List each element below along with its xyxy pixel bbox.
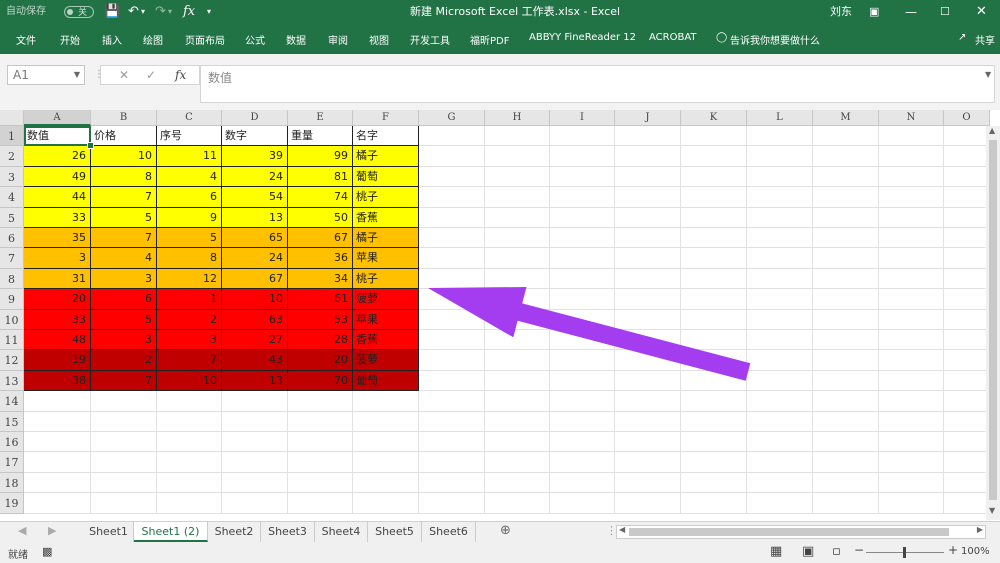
sheet-tab[interactable]: Sheet4	[315, 522, 368, 542]
arrow-shape	[428, 287, 751, 381]
zoom-in-icon[interactable]: +	[948, 543, 958, 557]
status-bar: 就绪 ▩ ▦ ▣ ▫ − + 100%	[0, 542, 1000, 563]
sheet-tab-active[interactable]: Sheet1 (2)	[134, 522, 208, 542]
sheet-tab[interactable]: Sheet5	[368, 522, 422, 542]
zoom-slider[interactable]	[866, 547, 944, 558]
zoom-out-icon[interactable]: −	[854, 543, 864, 557]
macro-record-icon[interactable]: ▩	[42, 545, 52, 558]
horizontal-scrollbar[interactable]: ◀ ▶	[616, 525, 986, 539]
sheet-tab[interactable]: Sheet1	[84, 522, 134, 542]
status-mode: 就绪	[8, 550, 28, 561]
sheet-tab[interactable]: Sheet6	[422, 522, 476, 542]
scroll-left-icon[interactable]: ◀	[619, 525, 625, 534]
horizontal-scroll-thumb[interactable]	[629, 528, 949, 536]
zoom-level[interactable]: 100%	[961, 546, 990, 557]
zoom-slider-thumb[interactable]	[903, 547, 906, 558]
annotation-arrow	[428, 287, 751, 381]
sheet-tab[interactable]: Sheet3	[261, 522, 315, 542]
scroll-right-icon[interactable]: ▶	[977, 525, 983, 534]
sheet-tab-bar: ◀ ▶ Sheet1 Sheet1 (2) Sheet2 Sheet3 Shee…	[0, 521, 1000, 542]
page-break-view-icon[interactable]: ▫	[832, 544, 841, 559]
tab-scroll-left-icon[interactable]: ◀	[18, 524, 26, 537]
normal-view-icon[interactable]: ▦	[770, 544, 782, 559]
page-layout-view-icon[interactable]: ▣	[802, 544, 814, 559]
add-sheet-icon[interactable]: ⊕	[500, 523, 511, 538]
sheet-tab[interactable]: Sheet2	[208, 522, 261, 542]
tab-scroll-right-icon[interactable]: ▶	[48, 524, 56, 537]
